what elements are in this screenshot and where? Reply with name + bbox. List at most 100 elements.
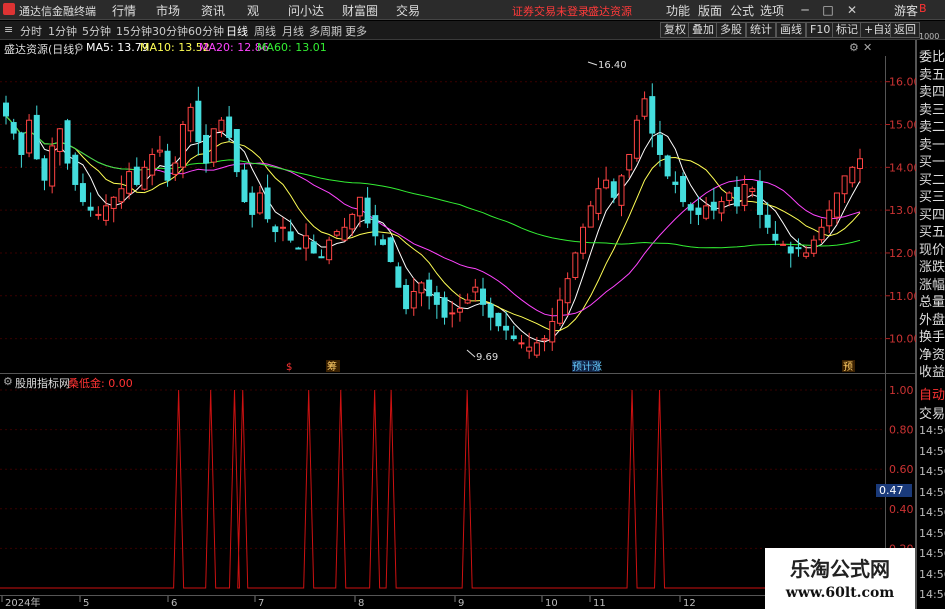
candle-body[interactable] xyxy=(210,128,217,163)
candle-body[interactable] xyxy=(703,205,710,219)
candle-body[interactable] xyxy=(541,338,548,341)
candle-body[interactable] xyxy=(56,128,63,152)
candle-body[interactable] xyxy=(680,175,687,203)
candle-body[interactable] xyxy=(33,114,40,160)
candle-body[interactable] xyxy=(672,181,679,185)
candle-body[interactable] xyxy=(318,256,325,259)
side-label[interactable]: 买一 xyxy=(919,151,945,170)
period-15min[interactable]: 15分钟 xyxy=(116,23,152,39)
candle-body[interactable] xyxy=(656,134,663,155)
period-monthly[interactable]: 月线 xyxy=(282,23,304,39)
candle-body[interactable] xyxy=(126,171,133,194)
candle-body[interactable] xyxy=(426,279,433,297)
candle-body[interactable] xyxy=(203,134,210,164)
candle-body[interactable] xyxy=(780,243,787,246)
candle-body[interactable] xyxy=(587,205,594,228)
candle-body[interactable] xyxy=(441,297,448,318)
candle-body[interactable] xyxy=(603,179,610,189)
candle-body[interactable] xyxy=(610,181,617,198)
candle-body[interactable] xyxy=(857,158,863,169)
candle-body[interactable] xyxy=(41,158,48,181)
menu-zixun[interactable]: 资讯 xyxy=(201,2,225,19)
candle-body[interactable] xyxy=(518,342,525,345)
candle-body[interactable] xyxy=(103,205,110,221)
candle-body[interactable] xyxy=(710,201,717,211)
menu-hangqing[interactable]: 行情 xyxy=(112,2,136,19)
candle-body[interactable] xyxy=(279,226,286,229)
side-label[interactable]: 涨跌 xyxy=(919,256,945,275)
candle-body[interactable] xyxy=(303,235,310,249)
menu-caifuquan[interactable]: 财富圈 xyxy=(342,2,378,19)
chart-close-icon[interactable]: ✕ xyxy=(863,41,872,54)
candle-body[interactable] xyxy=(510,335,517,340)
menu-jiaoyi[interactable]: 交易 xyxy=(396,2,420,19)
candle-body[interactable] xyxy=(149,153,156,176)
candle-body[interactable] xyxy=(726,192,733,201)
candle-body[interactable] xyxy=(249,192,256,215)
candle-body[interactable] xyxy=(272,226,279,233)
menu-gongneng[interactable]: 功能 xyxy=(666,2,690,19)
side-label[interactable]: 涨幅 xyxy=(919,274,945,293)
period-30min[interactable]: 30分钟 xyxy=(152,23,188,39)
candle-body[interactable] xyxy=(687,204,694,211)
candle-body[interactable] xyxy=(333,231,340,236)
side-label[interactable]: 买三 xyxy=(919,186,945,205)
side-label[interactable]: 买五 xyxy=(919,221,945,240)
candle-body[interactable] xyxy=(133,166,140,185)
candle-body[interactable] xyxy=(433,292,440,305)
candle-body[interactable] xyxy=(341,226,348,241)
candle-body[interactable] xyxy=(664,155,671,177)
candle-body[interactable] xyxy=(256,192,263,214)
candle-body[interactable] xyxy=(287,231,294,241)
login-notice[interactable]: 证券交易未登录 xyxy=(512,3,589,19)
menu-banmian[interactable]: 版面 xyxy=(698,2,722,19)
candle-body[interactable] xyxy=(164,150,171,181)
period-1min[interactable]: 1分钟 xyxy=(48,23,77,39)
candle-body[interactable] xyxy=(72,154,79,185)
btn-tongji[interactable]: 统计 xyxy=(746,22,776,38)
btn-f10[interactable]: F10 xyxy=(806,22,835,38)
candle-body[interactable] xyxy=(79,183,86,203)
candle-body[interactable] xyxy=(110,196,117,209)
side-label[interactable]: 收益 xyxy=(919,361,945,380)
candle-body[interactable] xyxy=(218,119,225,132)
candle-body[interactable] xyxy=(295,247,302,250)
candle-body[interactable] xyxy=(141,166,148,190)
period-daily[interactable]: 日线 xyxy=(226,23,248,39)
candle-body[interactable] xyxy=(641,98,648,117)
candle-body[interactable] xyxy=(556,299,563,324)
candle-body[interactable] xyxy=(826,209,833,227)
candlesticks[interactable] xyxy=(3,83,863,359)
candle-body[interactable] xyxy=(410,290,417,309)
indicator-gear-icon[interactable]: ⚙ xyxy=(3,375,13,388)
candle-body[interactable] xyxy=(618,175,625,206)
period-more[interactable]: 更多 xyxy=(345,23,367,39)
side-label[interactable]: 现价 xyxy=(919,239,945,258)
close-button[interactable]: ✕ xyxy=(842,0,862,20)
candle-body[interactable] xyxy=(833,192,840,218)
candle-body[interactable] xyxy=(595,188,602,214)
maximize-button[interactable]: □ xyxy=(818,0,838,20)
candle-body[interactable] xyxy=(349,213,356,230)
candle-body[interactable] xyxy=(795,247,802,250)
candle-body[interactable] xyxy=(379,239,386,245)
candle-body[interactable] xyxy=(472,286,479,293)
candle-body[interactable] xyxy=(756,180,763,215)
candle-body[interactable] xyxy=(326,239,333,261)
candle-body[interactable] xyxy=(649,96,656,134)
candle-body[interactable] xyxy=(503,325,510,331)
candle-body[interactable] xyxy=(10,122,17,134)
indicator-name[interactable]: 股朋指标网 xyxy=(15,375,70,391)
candle-body[interactable] xyxy=(356,196,363,217)
period-weekly[interactable]: 周线 xyxy=(254,23,276,39)
candle-body[interactable] xyxy=(187,106,194,132)
btn-huaxian[interactable]: 画线 xyxy=(776,22,806,38)
candle-body[interactable] xyxy=(464,299,471,304)
side-label[interactable]: 卖四 xyxy=(919,81,945,100)
menu-xuanxiang[interactable]: 选项 xyxy=(760,2,784,19)
candle-body[interactable] xyxy=(449,312,456,315)
candle-body[interactable] xyxy=(364,197,371,224)
candle-body[interactable] xyxy=(387,237,394,263)
side-label[interactable]: 净资 xyxy=(919,344,945,363)
candle-body[interactable] xyxy=(172,162,179,175)
